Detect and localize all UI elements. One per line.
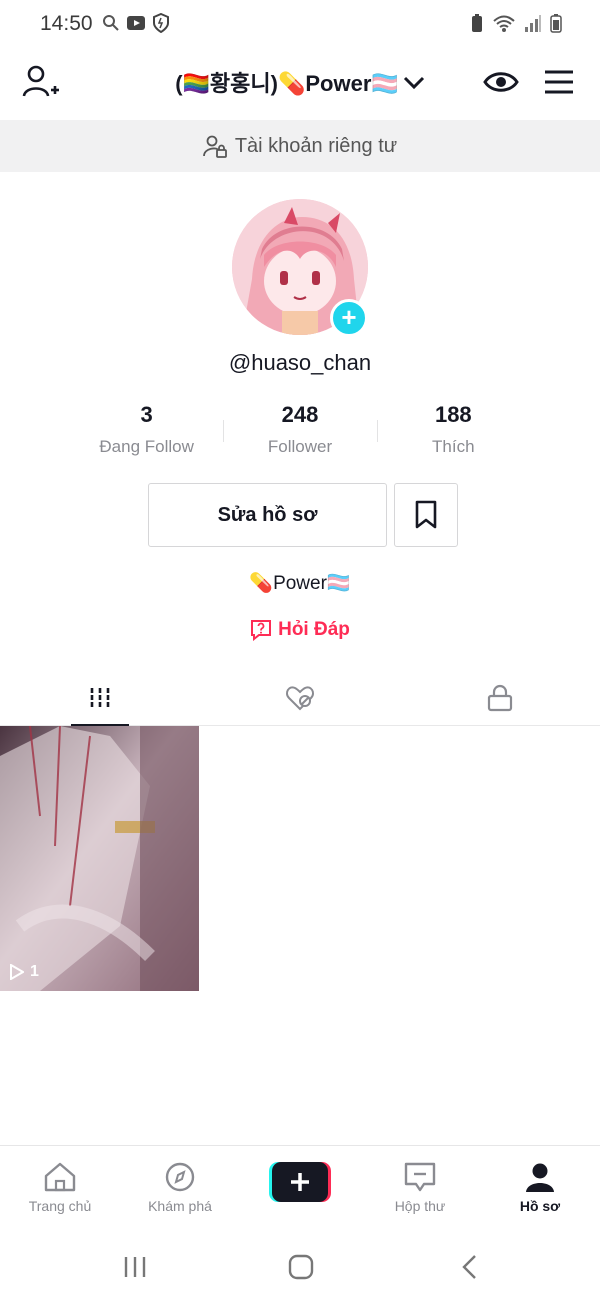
- system-navigation-bar: [0, 1240, 600, 1300]
- video-status-icon: [127, 16, 145, 30]
- wifi-icon: [493, 15, 515, 32]
- add-friend-button[interactable]: [22, 64, 62, 100]
- stat-value: 3: [140, 402, 153, 427]
- tab-videos[interactable]: [0, 670, 200, 726]
- eye-icon: [483, 72, 519, 92]
- stat-value: 248: [281, 402, 319, 427]
- battery-saver-icon: [472, 14, 482, 32]
- nav-discover[interactable]: Khám phá: [120, 1146, 240, 1225]
- search-status-icon: [103, 15, 119, 31]
- hamburger-menu-icon: [545, 70, 573, 94]
- inbox-icon: [404, 1162, 436, 1192]
- hidden-heart-icon: [285, 685, 315, 710]
- profile-stats: 3 Đang Follow 248 Follower 188 Thích: [70, 402, 530, 462]
- favorites-button[interactable]: [394, 483, 458, 547]
- private-account-banner: Tài khoản riêng tư: [0, 120, 600, 172]
- profile-top-bar: (🏳️‍🌈황홍니)💊Power🏳️‍⚧️: [0, 54, 600, 110]
- create-plus-icon: [269, 1162, 331, 1202]
- nav-label: Hồ sơ: [519, 1198, 561, 1214]
- tab-private[interactable]: [400, 670, 600, 725]
- create-button: [269, 1162, 331, 1202]
- add-user-icon: [22, 65, 59, 97]
- stat-label: Đang Follow: [99, 437, 194, 456]
- question-chat-icon: [251, 620, 272, 641]
- stat-followers[interactable]: 248 Follower: [223, 402, 376, 462]
- menu-button[interactable]: [543, 68, 575, 96]
- chevron-down-icon: [403, 76, 424, 90]
- nav-label: Trang chủ: [28, 1198, 92, 1214]
- bottom-navigation: Trang chủ Khám phá Hộp thư Hồ sơ: [0, 1145, 600, 1225]
- lock-icon: [487, 684, 513, 711]
- profile-bio: 💊Power🏳️‍⚧️: [249, 573, 351, 594]
- nav-home[interactable]: Trang chủ: [0, 1146, 120, 1225]
- profile-views-button[interactable]: [483, 68, 519, 96]
- video-view-count: 1: [10, 963, 39, 981]
- nav-profile[interactable]: Hồ sơ: [480, 1146, 600, 1225]
- video-thumbnail-image: [0, 726, 199, 991]
- home-button-icon[interactable]: [288, 1254, 314, 1280]
- video-thumbnail[interactable]: 1: [0, 726, 199, 991]
- username-handle: @huaso_chan: [228, 350, 372, 375]
- private-user-icon: [202, 135, 227, 158]
- view-count-value: 1: [30, 963, 39, 980]
- recent-apps-icon[interactable]: [122, 1255, 148, 1279]
- stat-likes[interactable]: 188 Thích: [376, 402, 530, 462]
- nav-label: Khám phá: [148, 1198, 212, 1214]
- nav-inbox[interactable]: Hộp thư: [360, 1146, 480, 1225]
- profile-icon: [526, 1163, 554, 1192]
- status-bar: 14:50: [0, 0, 600, 48]
- qa-label: Hỏi Đáp: [278, 619, 350, 640]
- stat-value: 188: [434, 402, 472, 427]
- stat-label: Follower: [267, 437, 333, 456]
- home-icon: [44, 1162, 76, 1192]
- compass-icon: [165, 1162, 195, 1192]
- stat-label: Thích: [432, 437, 475, 456]
- profile-content-tabs: [0, 670, 600, 726]
- status-time: 14:50: [40, 12, 93, 35]
- play-icon: [10, 964, 24, 980]
- qa-link[interactable]: Hỏi Đáp: [0, 619, 600, 641]
- add-avatar-button[interactable]: +: [330, 299, 368, 337]
- nav-create[interactable]: [240, 1146, 360, 1225]
- bookmark-icon: [415, 500, 437, 529]
- shield-status-icon: [153, 13, 169, 33]
- stat-following[interactable]: 3 Đang Follow: [70, 402, 223, 462]
- back-icon[interactable]: [460, 1254, 480, 1280]
- tab-liked[interactable]: [200, 670, 400, 725]
- private-banner-text: Tài khoản riêng tư: [234, 134, 398, 157]
- plus-icon: +: [341, 302, 357, 332]
- battery-icon: [550, 14, 562, 33]
- signal-icon: [525, 15, 541, 32]
- account-switcher[interactable]: (🏳️‍🌈황홍니)💊Power🏳️‍⚧️: [150, 66, 450, 98]
- grid-icon: [90, 687, 110, 708]
- edit-profile-button[interactable]: Sửa hồ sơ: [148, 483, 387, 547]
- display-name: (🏳️‍🌈황홍니)💊Power🏳️‍⚧️: [175, 71, 399, 96]
- nav-label: Hộp thư: [394, 1198, 446, 1214]
